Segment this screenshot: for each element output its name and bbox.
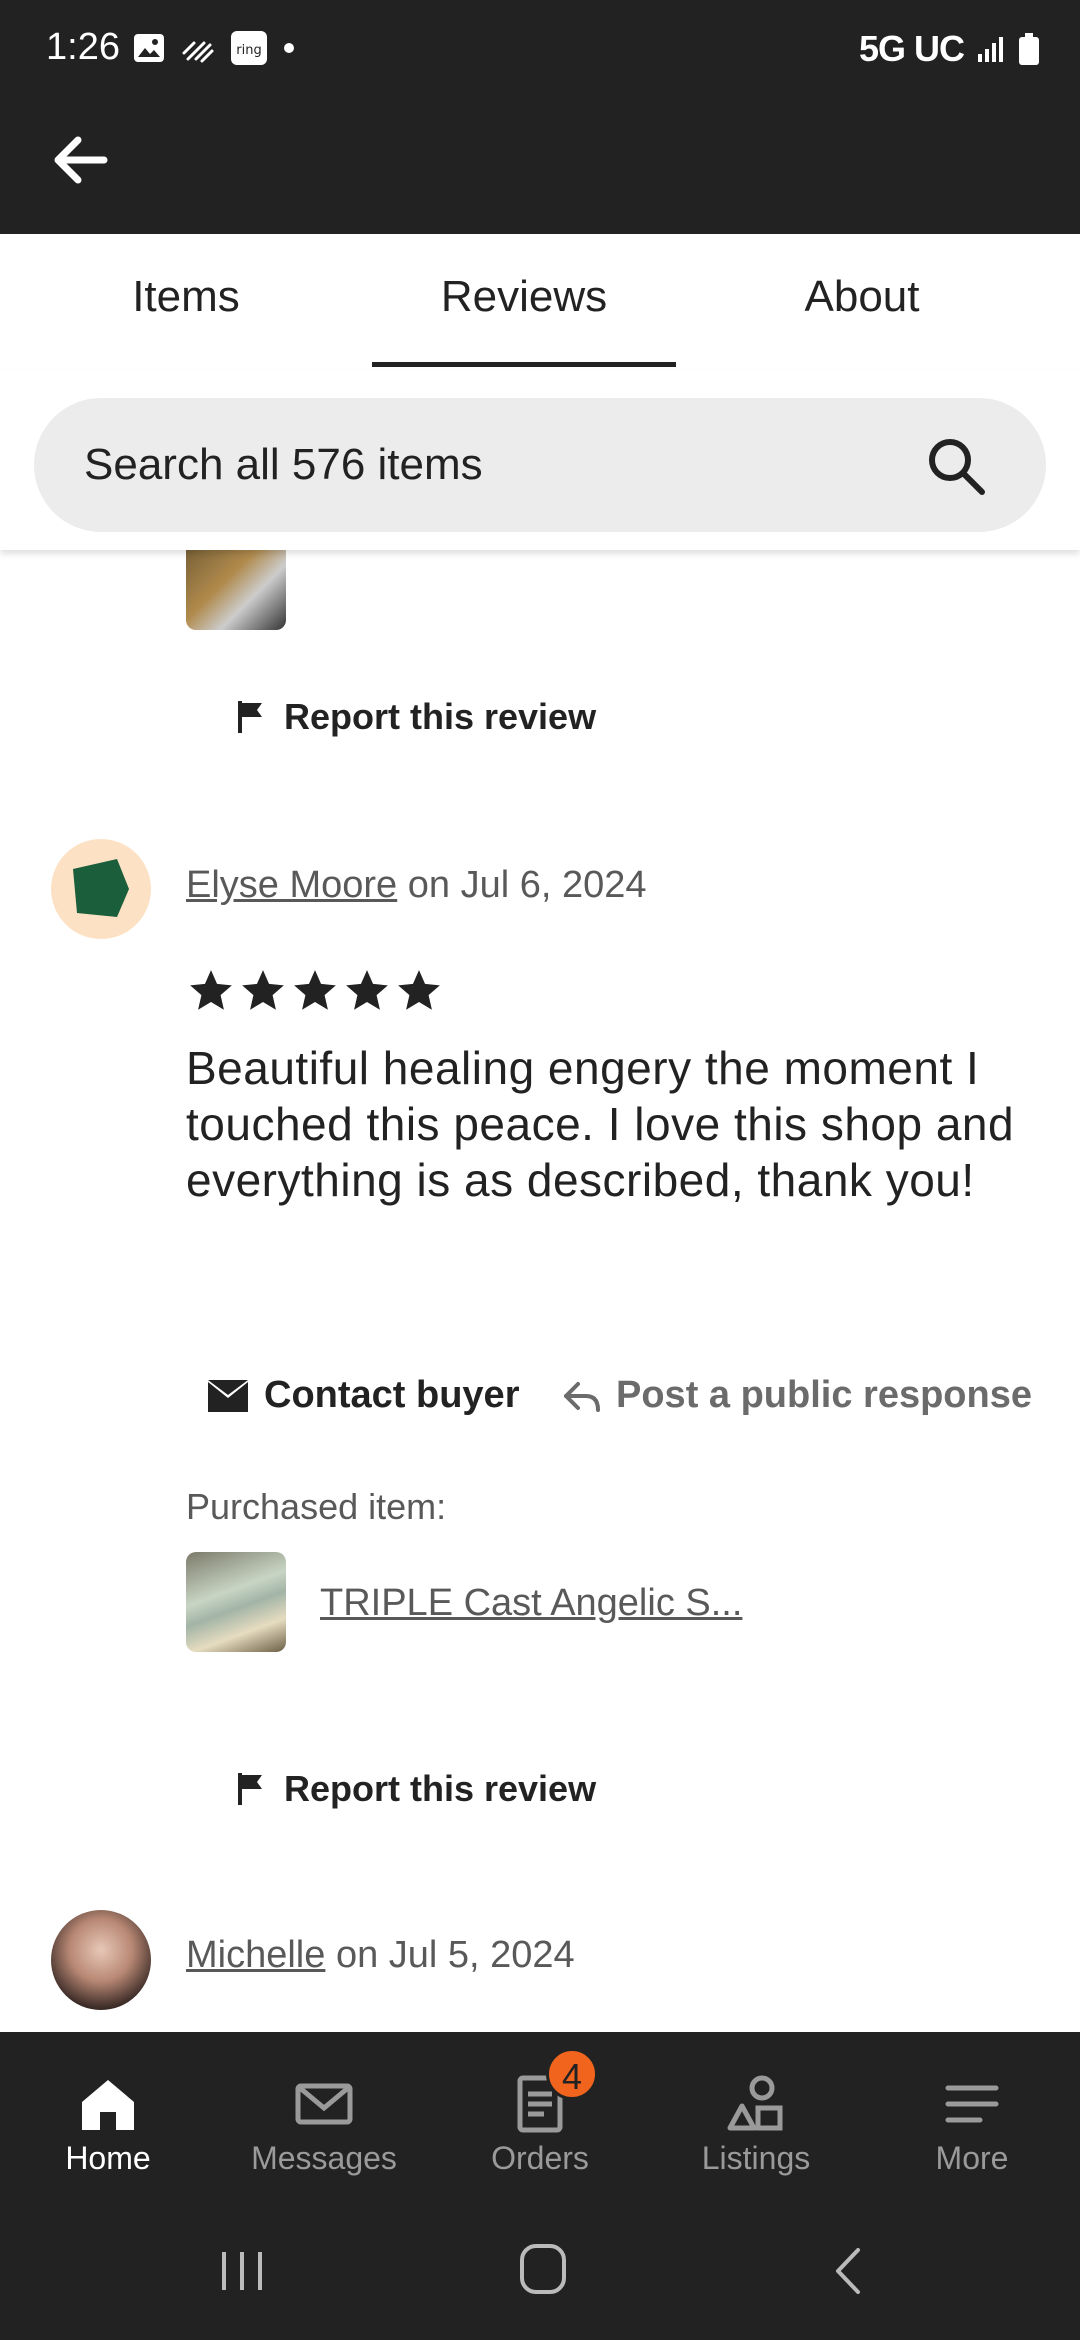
reviews-list: Report this review Elyse Moore on Jul 6,… [0,550,1080,2032]
report-review-label: Report this review [284,696,597,737]
recent-apps-icon[interactable] [216,2246,268,2296]
review-date: on Jul 6, 2024 [397,864,647,906]
report-review-label: Report this review [284,1768,597,1809]
app-bar [0,100,1080,234]
avatar[interactable] [51,1910,151,2010]
nav-listings-label: Listings [701,2140,811,2176]
nav-messages-label: Messages [251,2140,397,2176]
avatar-shape-icon [73,859,129,917]
avatar[interactable] [51,839,151,939]
star-icon [346,970,388,1010]
nav-orders-label: Orders [491,2140,589,2176]
star-icon [242,970,284,1010]
notification-icons: ring [132,30,296,66]
search-icon[interactable] [924,434,988,498]
purchased-item-thumbnail[interactable] [186,1552,286,1652]
contact-buyer-label: Contact buyer [264,1374,520,1416]
network-type: 5G UC [858,28,965,69]
flag-icon [238,1773,262,1805]
tab-bar: Items Reviews About [0,234,1080,370]
envelope-icon [295,2083,353,2125]
signal-activity-icon [182,41,214,63]
arrow-left-icon [54,136,108,184]
post-public-response-button[interactable]: Post a public response [562,1374,1032,1417]
orders-badge: 4 [546,2048,598,2100]
ring-app-icon: ring [231,31,267,65]
star-rating [186,966,444,1016]
tab-items[interactable]: Items [36,272,336,322]
system-navigation-bar [0,2202,1080,2340]
cell-signal-icon [978,37,1003,62]
home-button-icon[interactable] [518,2242,568,2296]
nav-more[interactable]: More [872,2072,1072,2177]
nav-messages[interactable]: Messages [224,2072,424,2177]
tab-reviews[interactable]: Reviews [374,272,674,322]
review-text: Beautiful healing engery the moment I to… [186,1042,1015,1206]
review-date: on Jul 5, 2024 [325,1934,575,1976]
battery-icon [1019,33,1039,65]
envelope-icon [208,1379,248,1412]
search-section: Search all 576 items [0,370,1080,550]
reviewer-info: Elyse Moore on Jul 6, 2024 [186,864,647,907]
reply-icon [564,1381,600,1412]
search-input[interactable]: Search all 576 items [34,398,1046,532]
gallery-icon [134,34,164,62]
star-icon [190,970,232,1010]
tab-about[interactable]: About [712,272,1012,322]
contact-buyer-button[interactable]: Contact buyer [206,1374,519,1417]
nav-more-label: More [935,2140,1009,2176]
flag-icon [238,701,262,733]
dot-icon [284,43,294,53]
reviewer-name-link[interactable]: Elyse Moore [186,864,397,906]
reviewer-info: Michelle on Jul 5, 2024 [186,1934,575,1977]
purchased-item-label: Purchased item: [186,1486,447,1527]
purchased-item-thumbnail[interactable] [186,550,286,630]
bottom-navigation: Home Messages Orders 4 Listings More [0,2032,1080,2202]
back-nav-icon[interactable] [828,2246,868,2296]
nav-home-label: Home [65,2140,151,2176]
active-tab-indicator [372,362,676,367]
back-button[interactable] [44,124,116,196]
nav-orders[interactable]: Orders [440,2072,640,2177]
menu-icon [945,2085,999,2123]
star-icon [398,970,440,1010]
search-placeholder: Search all 576 items [84,440,483,489]
report-review-button[interactable]: Report this review [236,1768,596,1810]
home-icon [82,2080,134,2130]
star-icon [294,970,336,1010]
svg-text:ring: ring [236,43,261,58]
status-bar: 1:26 ring 5G UC [0,0,1080,100]
nav-home[interactable]: Home [8,2072,208,2177]
shapes-icon [727,2075,783,2131]
reviewer-name-link[interactable]: Michelle [186,1934,325,1976]
status-time: 1:26 [46,26,120,68]
nav-listings[interactable]: Listings [656,2072,856,2177]
post-public-response-label: Post a public response [616,1374,1032,1416]
report-review-button[interactable]: Report this review [236,696,596,738]
purchased-item-link[interactable]: TRIPLE Cast Angelic S... [320,1582,742,1625]
system-status-icons: 5G UC [859,28,1040,70]
